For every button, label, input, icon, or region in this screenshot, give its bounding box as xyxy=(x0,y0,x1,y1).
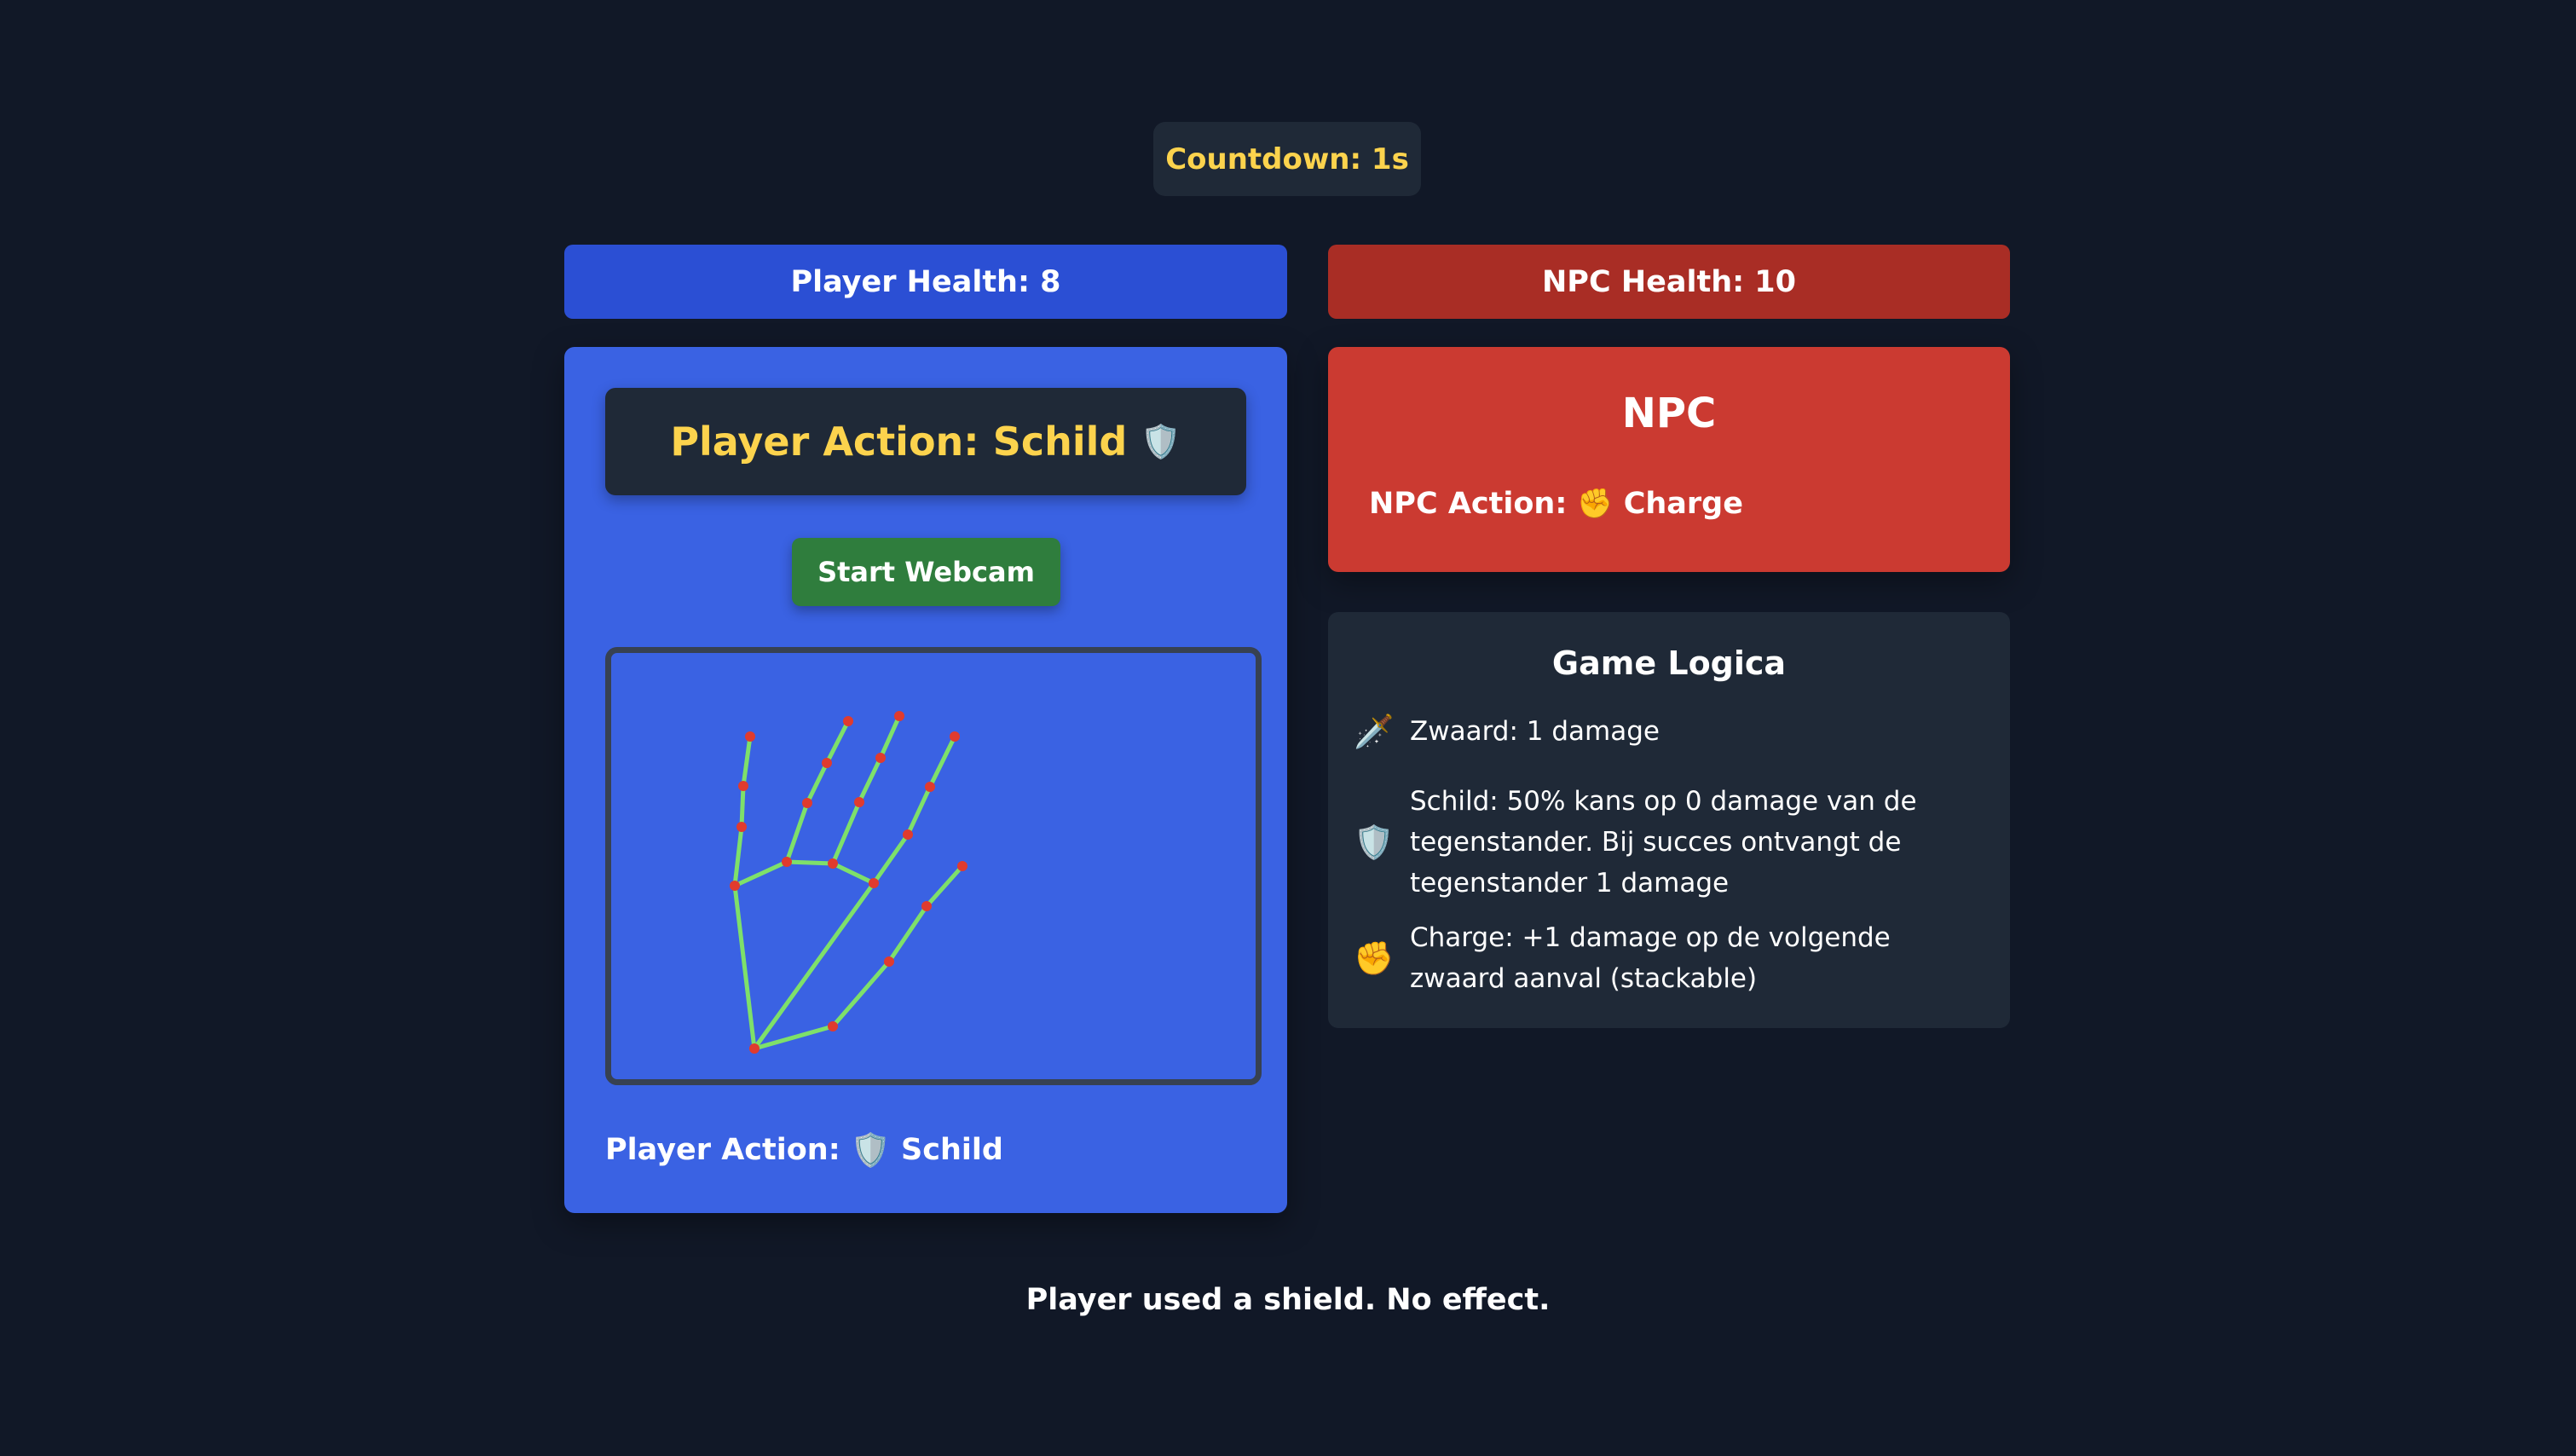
npc-title: NPC xyxy=(1621,390,1717,437)
game-logic-title: Game Logica xyxy=(1551,644,1787,682)
hand-joint xyxy=(828,858,838,869)
hand-joint xyxy=(950,731,960,742)
rule-shield: 🛡️ Schild: 50% kans op 0 damage van de t… xyxy=(1354,781,1984,904)
hand-joint xyxy=(903,829,913,840)
hand-joint xyxy=(738,781,748,791)
npc-panel: NPC NPC Action: ✊ Charge xyxy=(1328,347,2010,572)
shield-icon: 🛡️ xyxy=(1354,823,1395,861)
start-webcam-button[interactable]: Start Webcam xyxy=(792,538,1060,606)
hand-joint xyxy=(884,956,894,967)
player-action-value: Schild xyxy=(901,1133,1003,1167)
hand-joint xyxy=(736,822,747,832)
hand-bone xyxy=(739,783,746,829)
rule-sword: 🗡️ Zwaard: 1 damage xyxy=(1354,711,1984,752)
npc-action-value: Charge xyxy=(1623,487,1743,521)
hand-bone xyxy=(784,859,835,866)
player-action-label: Player Action: xyxy=(605,1133,840,1167)
hand-bone xyxy=(732,883,757,1051)
hand-joint xyxy=(843,716,853,726)
hand-joint xyxy=(745,731,755,742)
hand-bone xyxy=(732,859,789,888)
player-action-heading: Player Action: Schild 🛡️ xyxy=(605,388,1246,495)
hand-joint xyxy=(854,797,864,807)
hand-bone xyxy=(752,881,876,1051)
hand-landmarks-overlay xyxy=(730,711,967,1054)
player-action-heading-text: Player Action: Schild xyxy=(670,419,1128,465)
rule-text: Schild: 50% kans op 0 damage van de tege… xyxy=(1410,786,1917,898)
shield-icon: 🛡️ xyxy=(850,1131,892,1169)
countdown-badge: Countdown: 1s xyxy=(1153,122,1421,196)
hand-joint xyxy=(782,857,792,867)
hand-bone xyxy=(805,760,829,806)
hand-bone xyxy=(857,755,883,805)
hand-joint xyxy=(921,901,932,911)
hand-joint xyxy=(869,878,879,888)
hand-joint xyxy=(828,1021,838,1031)
player-action-status: Player Action: 🛡️ Schild xyxy=(605,1124,1003,1176)
hand-bone xyxy=(927,734,957,789)
hand-joint xyxy=(749,1043,760,1054)
hand-bone xyxy=(871,832,910,886)
webcam-view xyxy=(605,647,1262,1085)
hand-bone xyxy=(784,800,810,864)
hand-bone xyxy=(732,824,744,888)
hand-joint xyxy=(802,798,812,808)
hand-bone xyxy=(741,734,753,789)
hand-joint xyxy=(730,881,740,891)
sword-icon: 🗡️ xyxy=(1354,713,1395,750)
rule-text: Zwaard: 1 damage xyxy=(1410,716,1660,747)
hand-joint xyxy=(822,758,832,768)
hand-joint xyxy=(894,711,904,721)
hand-bone xyxy=(905,784,933,837)
hand-bone xyxy=(924,864,965,909)
hand-bone xyxy=(887,904,929,964)
hand-bone xyxy=(830,959,892,1029)
rule-text: Charge: +1 damage op de volgende zwaard … xyxy=(1410,922,1891,994)
hand-bone xyxy=(830,800,862,866)
game-logic-panel: Game Logica 🗡️ Zwaard: 1 damage 🛡️ Schil… xyxy=(1328,612,2010,1028)
hand-joint xyxy=(925,782,935,792)
hand-bone xyxy=(824,719,851,766)
hand-joint xyxy=(957,861,967,871)
shield-icon: 🛡️ xyxy=(1141,423,1181,460)
hand-bone xyxy=(878,714,902,760)
rule-charge: ✊ Charge: +1 damage op de volgende zwaar… xyxy=(1354,917,1984,999)
fist-icon: ✊ xyxy=(1577,487,1614,521)
hand-joint xyxy=(875,753,886,763)
player-panel: Player Action: Schild 🛡️ Start Webcam Pl… xyxy=(564,347,1287,1213)
npc-action-label: NPC Action: xyxy=(1369,487,1568,521)
fist-icon: ✊ xyxy=(1354,939,1395,977)
npc-health-bar: NPC Health: 10 xyxy=(1328,245,2010,319)
game-message: Player used a shield. No effect. xyxy=(1025,1283,1551,1317)
hand-bone xyxy=(830,861,876,886)
npc-action-status: NPC Action: ✊ Charge xyxy=(1369,487,1743,521)
player-health-bar: Player Health: 8 xyxy=(564,245,1287,319)
